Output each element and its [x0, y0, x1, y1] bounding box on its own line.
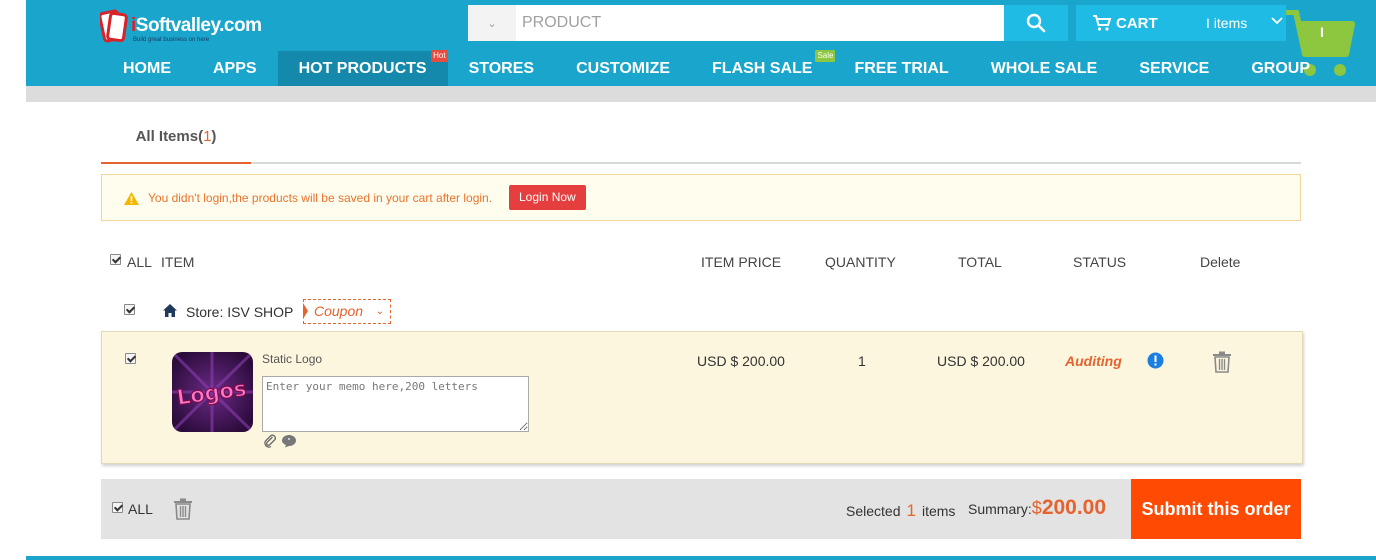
store-checkbox[interactable]	[124, 304, 135, 315]
store-row: Store: ISV SHOP Coupon ⌄	[101, 296, 1301, 326]
nav-label: HOT PRODUCTS	[298, 60, 427, 77]
site-header: iSoftvalley.com Build great business on …	[26, 0, 1376, 86]
selected-count: Selected 1 items	[846, 501, 955, 521]
item-status: Auditing	[1065, 353, 1122, 369]
page: iSoftvalley.com Build great business on …	[0, 0, 1376, 560]
comment-icon[interactable]: "	[281, 434, 297, 448]
search-button[interactable]	[1004, 5, 1068, 41]
home-icon	[163, 304, 177, 317]
search-input[interactable]	[522, 5, 992, 41]
nav-label: STORES	[468, 60, 535, 77]
nav-label: CUSTOMIZE	[576, 60, 671, 77]
cart-dropdown[interactable]: CART I items	[1076, 5, 1286, 41]
selected-prefix: Selected	[846, 503, 901, 519]
nav-label: FLASH SALE	[712, 60, 813, 77]
memo-input[interactable]	[262, 376, 529, 432]
nav-label: FREE TRIAL	[854, 60, 949, 77]
main-nav: HOME APPS HOT PRODUCTS Hot STORES CUSTOMI…	[102, 50, 1331, 86]
nav-label: APPS	[213, 60, 257, 77]
nav-home[interactable]: HOME	[102, 51, 192, 86]
logos-image: Logos	[172, 352, 253, 432]
search-bar: ⌄	[468, 5, 1004, 41]
chevron-down-icon	[1271, 17, 1283, 25]
item-price: USD $ 200.00	[697, 353, 785, 369]
cart-tabs: All Items(1)	[101, 116, 1301, 164]
item-total: USD $ 200.00	[937, 353, 1025, 369]
nav-label: GROUP	[1251, 60, 1310, 77]
trash-icon[interactable]	[1212, 351, 1232, 373]
store-name: Store: ISV SHOP	[186, 304, 294, 320]
logo-mark-icon	[100, 9, 128, 43]
nav-flash-sale[interactable]: FLASH SALE Sale	[691, 50, 836, 86]
search-category-select[interactable]: ⌄	[468, 5, 516, 41]
header-item-price: ITEM PRICE	[701, 254, 782, 270]
summary-label: Summary:	[968, 501, 1032, 517]
tab-all-items[interactable]: All Items(1)	[101, 116, 251, 164]
cart-icon	[1093, 15, 1112, 31]
selected-suffix: items	[921, 503, 956, 519]
item-checkbox[interactable]	[125, 353, 136, 364]
header-delete: Delete	[1200, 254, 1241, 270]
info-icon[interactable]	[1147, 352, 1164, 369]
bottom-accent-line	[26, 556, 1376, 560]
nav-apps[interactable]: APPS	[192, 51, 278, 86]
summary-amount: 200.00	[1041, 496, 1107, 519]
tab-label: All Items(	[135, 128, 204, 145]
select-all-checkbox[interactable]	[110, 254, 121, 265]
item-thumbnail[interactable]: Logos	[172, 352, 253, 432]
item-name[interactable]: Static Logo	[262, 352, 322, 366]
search-icon	[1026, 13, 1046, 33]
cart-item-row: Logos Static Logo " USD $ 200.00 1 USD $…	[101, 331, 1303, 464]
warning-icon	[124, 192, 139, 205]
header-divider	[26, 86, 1376, 102]
header-quantity: QUANTITY	[825, 254, 896, 270]
order-summary: Summary:$200.00	[968, 496, 1106, 520]
login-notice: You didn't login,the products will be sa…	[101, 174, 1301, 221]
nav-stores[interactable]: STORES	[448, 51, 556, 86]
nav-whole-sale[interactable]: WHOLE SALE	[970, 51, 1119, 86]
logo-tagline: Build great business on here	[133, 37, 210, 43]
header-status: STATUS	[1073, 254, 1127, 270]
cart-count: I items	[1206, 15, 1248, 31]
header-all: ALL	[127, 254, 152, 270]
logo-text: iSoftvalley.com	[131, 15, 262, 37]
svg-text:": "	[288, 437, 291, 445]
cart-label: CART	[1116, 15, 1158, 32]
nav-label: HOME	[123, 60, 171, 77]
notice-text: You didn't login,the products will be sa…	[148, 191, 493, 205]
login-now-button[interactable]: Login Now	[509, 185, 586, 210]
cart-badge-count: I	[1320, 24, 1324, 40]
submit-order-button[interactable]: Submit this order	[1131, 479, 1301, 539]
nav-hot-products[interactable]: HOT PRODUCTS Hot	[277, 50, 448, 86]
site-logo[interactable]: iSoftvalley.com Build great business on …	[100, 6, 270, 46]
hot-badge: Hot	[431, 50, 448, 62]
sale-badge: Sale	[815, 50, 836, 62]
summary-currency: $	[1031, 498, 1042, 518]
nav-service[interactable]: SERVICE	[1118, 51, 1230, 86]
order-summary-bar: ALL Selected 1 items Summary:$200.00 Submi…	[101, 479, 1301, 539]
header-item: ITEM	[161, 254, 195, 270]
coupon-label: Coupon	[314, 303, 364, 319]
coupon-dropdown[interactable]: Coupon ⌄	[303, 299, 391, 324]
footer-select-all-checkbox[interactable]	[112, 502, 123, 513]
chevron-down-icon: ⌄	[375, 306, 384, 317]
nav-label: SERVICE	[1139, 60, 1210, 77]
nav-label: WHOLE SALE	[990, 60, 1098, 77]
nav-free-trial[interactable]: FREE TRIAL	[833, 51, 969, 86]
header-total: TOTAL	[958, 254, 1002, 270]
nav-customize[interactable]: CUSTOMIZE	[555, 51, 691, 86]
item-quantity: 1	[858, 353, 866, 369]
nav-group[interactable]: GROUP	[1230, 51, 1331, 86]
trash-icon[interactable]	[173, 498, 193, 520]
tab-close-paren: )	[211, 128, 217, 145]
paperclip-icon[interactable]	[263, 434, 277, 448]
footer-all-label: ALL	[128, 501, 153, 517]
memo-tools: "	[263, 434, 297, 453]
logo-name: Softvalley.com	[135, 15, 262, 36]
selected-number: 1	[906, 501, 916, 520]
